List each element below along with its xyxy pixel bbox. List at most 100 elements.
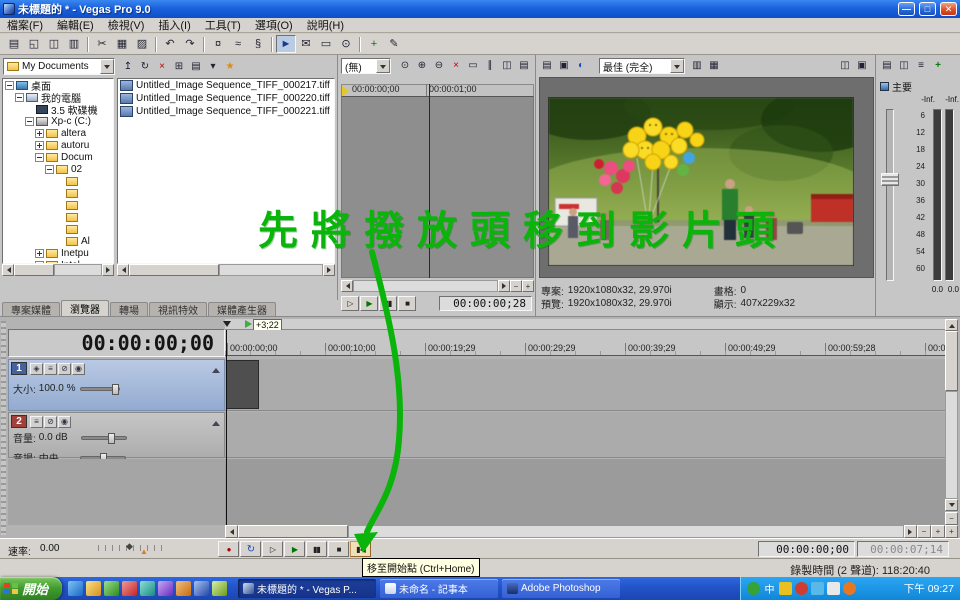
file-item[interactable]: Untitled_Image Sequence_TIFF_000221.tiff — [118, 105, 334, 118]
track-header-video[interactable]: 1 ◈ ≡ ⊘ ◉ 大小: 100.0 % — [8, 359, 225, 411]
quick-launch-icon[interactable] — [68, 581, 83, 596]
expander-icon[interactable] — [15, 93, 24, 102]
menu-insert[interactable]: 插入(I) — [151, 17, 197, 33]
trimmer-split-button[interactable]: ∥ — [482, 59, 498, 74]
cut-button[interactable]: ✂ — [92, 35, 112, 53]
start-button[interactable]: 開始 — [0, 577, 62, 600]
tray-icon[interactable] — [779, 582, 792, 595]
timeline-empty-area[interactable] — [225, 459, 945, 525]
refresh-button[interactable]: ↻ — [137, 59, 153, 74]
menu-help[interactable]: 說明(H) — [300, 17, 351, 33]
titlebar[interactable]: 未標題的 * - Vegas Pro 9.0 — □ ✕ — [0, 0, 960, 18]
solo-button[interactable]: ◉ — [58, 416, 71, 428]
tray-icon[interactable] — [747, 582, 760, 595]
copy-button[interactable]: ▦ — [112, 35, 132, 53]
trimmer-play-button[interactable]: ▶ — [360, 296, 378, 311]
track-minimize-icon[interactable] — [212, 417, 220, 426]
timeline-timecode-display[interactable]: 00:00:00;00 — [8, 329, 225, 357]
tab-transitions[interactable]: 轉場 — [110, 302, 148, 316]
track-minimize-icon[interactable] — [212, 364, 220, 373]
track-number[interactable]: 2 — [11, 415, 27, 428]
tree-hscrollbar[interactable] — [2, 264, 114, 276]
track-motion-button[interactable]: ◈ — [30, 363, 43, 375]
play-button[interactable]: ▶ — [284, 541, 305, 557]
taskbar-clock[interactable]: 下午 09:27 — [904, 581, 954, 596]
preview-quality-icon[interactable]: ◐ — [573, 59, 589, 74]
file-item[interactable]: Untitled_Image Sequence_TIFF_000220.tiff — [118, 92, 334, 105]
expander-icon[interactable] — [35, 249, 44, 258]
envelope-edit-tool-button[interactable]: ✉ — [296, 35, 316, 53]
minimize-button[interactable]: — — [898, 2, 915, 16]
menu-file[interactable]: 檔案(F) — [0, 17, 50, 33]
volume-slider[interactable] — [81, 436, 127, 440]
timeline-hscrollbar[interactable]: − + — [225, 525, 945, 538]
mixer-add-button[interactable]: + — [930, 59, 946, 74]
tree-item-folder[interactable]: autoru — [3, 139, 113, 151]
quick-launch-icon[interactable] — [212, 581, 227, 596]
combo-drop-arrow-icon[interactable] — [670, 59, 684, 73]
rate-slider-knob[interactable]: ◆ — [126, 541, 133, 552]
external-monitor-button[interactable]: ▣ — [556, 59, 572, 74]
zoom-in-button[interactable]: + — [931, 525, 945, 538]
taskbar-window-notepad[interactable]: 未命名 - 記事本 — [380, 579, 498, 598]
views-dropdown-arrow-icon[interactable]: ▾ — [205, 59, 221, 74]
dock-handle[interactable] — [1, 321, 6, 535]
video-event-clip[interactable] — [226, 360, 259, 409]
taskbar-window-photoshop[interactable]: Adobe Photoshop — [502, 579, 620, 598]
trimmer-ruler[interactable]: 00:00:00;00 00:00:01;00 — [341, 84, 534, 97]
file-item[interactable]: Untitled_Image Sequence_TIFF_000217.tiff — [118, 79, 334, 92]
folder-path-combo[interactable]: My Documents — [3, 58, 115, 75]
track-fx-button[interactable]: ≡ — [30, 416, 43, 428]
combo-dropdown-arrow-icon[interactable] — [100, 59, 114, 74]
mute-button[interactable]: ⊘ — [58, 363, 71, 375]
trimmer-zoom-tool-button[interactable]: ⊙ — [397, 59, 413, 74]
timeline-vscrollbar[interactable]: − + — [945, 319, 958, 538]
expander-icon[interactable] — [35, 129, 44, 138]
trimmer-filter-combo[interactable]: (無) — [341, 58, 391, 74]
overlays-button[interactable]: ▥ — [689, 59, 705, 74]
tree-item-folder[interactable] — [3, 211, 113, 223]
tree-item-folder[interactable]: Docum — [3, 151, 113, 163]
tray-icon[interactable] — [827, 582, 840, 595]
menu-tools[interactable]: 工具(T) — [198, 17, 248, 33]
time-ruler[interactable]: 00:00:00;00 00:00:10;00 00:00:19;29 00:0… — [225, 330, 945, 356]
menu-edit[interactable]: 編輯(E) — [50, 17, 101, 33]
tree-item-folder[interactable]: altera — [3, 127, 113, 139]
new-project-button[interactable]: ▤ — [4, 35, 24, 53]
new-folder-button[interactable]: ⊞ — [171, 59, 187, 74]
save-snapshot-button[interactable]: ▣ — [854, 59, 870, 74]
insert-bus-button[interactable]: ▤ — [879, 59, 895, 74]
expander-icon[interactable] — [35, 141, 44, 150]
open-button[interactable]: ◱ — [24, 35, 44, 53]
trimmer-delete-button[interactable]: × — [448, 59, 464, 74]
tree-item-folder[interactable]: 02 — [3, 163, 113, 175]
menu-view[interactable]: 檢視(V) — [101, 17, 152, 33]
marker-flag-icon[interactable] — [245, 320, 252, 328]
undo-button[interactable]: ↶ — [160, 35, 180, 53]
trimmer-timecode-display[interactable]: 00:00:00;28 — [439, 296, 532, 311]
cursor-position-display[interactable]: 00:00:00;00 — [758, 541, 855, 557]
trimmer-zoom-in-button[interactable]: ⊕ — [414, 59, 430, 74]
quick-launch-icon[interactable] — [86, 581, 101, 596]
tree-item-folder[interactable] — [3, 175, 113, 187]
redo-button[interactable]: ↷ — [180, 35, 200, 53]
record-button[interactable]: ● — [218, 541, 239, 557]
tree-item-folder[interactable] — [3, 187, 113, 199]
expander-icon[interactable] — [45, 165, 54, 174]
tray-icon[interactable] — [843, 582, 856, 595]
tree-item-floppy[interactable]: 3.5 軟碟機 — [3, 103, 113, 115]
tree-item-folder[interactable] — [3, 223, 113, 235]
video-track-lane[interactable] — [225, 359, 945, 411]
copy-snapshot-button[interactable]: ◫ — [837, 59, 853, 74]
master-bus-header[interactable]: 主要 — [880, 79, 912, 94]
pause-button[interactable]: ▮▮ — [306, 541, 327, 557]
maximize-button[interactable]: □ — [919, 2, 936, 16]
size-slider[interactable] — [80, 387, 120, 391]
track-header-audio[interactable]: 2 ≡ ⊘ ◉ 音量: 0.0 dB 音場: 中央 — [8, 412, 225, 458]
quick-launch-icon[interactable] — [158, 581, 173, 596]
auto-ripple-button[interactable]: ≈ — [228, 35, 248, 53]
views-button[interactable]: ▤ — [188, 59, 204, 74]
preview-quality-combo[interactable]: 最佳 (完全) — [599, 58, 685, 74]
quick-launch-icon[interactable] — [194, 581, 209, 596]
trimmer-hscrollbar[interactable]: − + — [341, 280, 534, 292]
